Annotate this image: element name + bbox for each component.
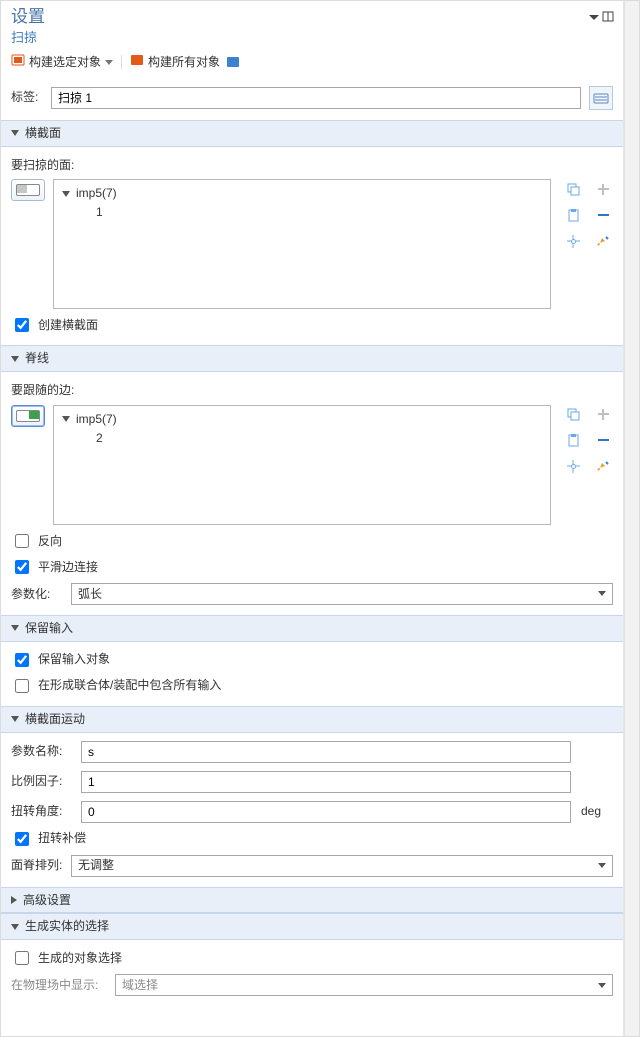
- twist-angle-input[interactable]: [81, 801, 571, 823]
- tree-expand-icon: [62, 416, 70, 422]
- build-all-icon: [130, 53, 144, 72]
- add-icon[interactable]: [593, 179, 613, 199]
- collapse-icon: [11, 356, 19, 362]
- toggle-off-icon: [16, 184, 40, 196]
- chevron-down-icon: [598, 983, 606, 988]
- build-selected-label: 构建选定对象: [29, 54, 101, 71]
- parametrization-label: 参数化:: [11, 586, 63, 603]
- tree-item-parent[interactable]: imp5(7): [62, 184, 542, 203]
- show-in-physics-select: 域选择: [115, 974, 613, 996]
- tree-expand-icon: [62, 191, 70, 197]
- face-spine-align-label: 面脊排列:: [11, 857, 63, 874]
- section-title: 保留输入: [25, 620, 73, 637]
- paste-icon[interactable]: [563, 205, 583, 225]
- reverse-checkbox[interactable]: [15, 534, 29, 548]
- section-header-result-selection[interactable]: 生成实体的选择: [1, 913, 623, 940]
- tree-item-label: 2: [96, 430, 103, 447]
- label-keyboard-button[interactable]: [589, 86, 613, 110]
- remove-icon[interactable]: [593, 205, 613, 225]
- chevron-down-icon: [598, 591, 606, 596]
- highlight-icon[interactable]: [593, 457, 613, 477]
- chevron-down-icon: [105, 60, 113, 65]
- panel-menu-icon[interactable]: [587, 10, 601, 24]
- tree-item-child[interactable]: 1: [62, 203, 542, 222]
- collapse-icon: [11, 130, 19, 136]
- keep-input-objects-checkbox[interactable]: [15, 653, 29, 667]
- face-spine-align-select[interactable]: 无调整: [71, 855, 613, 877]
- twist-angle-unit: deg: [581, 803, 613, 820]
- param-name-label: 参数名称:: [11, 743, 71, 760]
- smooth-edges-checkbox[interactable]: [15, 560, 29, 574]
- edges-tree[interactable]: imp5(7) 2: [53, 405, 551, 525]
- remove-icon[interactable]: [593, 431, 613, 451]
- collapse-icon: [11, 924, 19, 930]
- scale-factor-label: 比例因子:: [11, 773, 71, 790]
- twist-angle-label: 扭转角度:: [11, 803, 71, 820]
- chevron-down-icon: [598, 863, 606, 868]
- build-selected-icon: [11, 53, 25, 72]
- build-all-label: 构建所有对象: [148, 54, 220, 71]
- panel-pin-icon[interactable]: [601, 10, 615, 24]
- resulting-objects-selection-label: 生成的对象选择: [38, 950, 122, 967]
- section-header-spine[interactable]: 脊线: [1, 345, 623, 372]
- tree-item-parent[interactable]: imp5(7): [62, 410, 542, 429]
- section-title: 生成实体的选择: [25, 918, 109, 935]
- faces-to-sweep-label: 要扫掠的面:: [11, 157, 613, 174]
- tree-item-label: 1: [96, 204, 103, 221]
- label-input[interactable]: [51, 87, 581, 109]
- collapse-icon: [11, 625, 19, 631]
- section-title: 横截面运动: [25, 711, 85, 728]
- build-all-button[interactable]: 构建所有对象: [130, 53, 220, 72]
- show-in-physics-label: 在物理场中显示:: [11, 977, 107, 994]
- build-all-extra-button[interactable]: [226, 55, 240, 69]
- toolbar-separator: [121, 55, 122, 69]
- zoom-to-selection-icon[interactable]: [563, 231, 583, 251]
- toggle-on-icon: [16, 410, 40, 422]
- section-header-cross-section[interactable]: 横截面: [1, 120, 623, 147]
- create-cross-section-label: 创建横截面: [38, 317, 98, 334]
- paste-icon[interactable]: [563, 431, 583, 451]
- include-all-inputs-label: 在形成联合体/装配中包含所有输入: [38, 677, 221, 694]
- build-selected-button[interactable]: 构建选定对象: [11, 53, 113, 72]
- section-title: 横截面: [25, 125, 61, 142]
- collapse-icon: [11, 716, 19, 722]
- section-title: 高级设置: [23, 892, 71, 909]
- parametrization-select[interactable]: 弧长: [71, 583, 613, 605]
- highlight-icon[interactable]: [593, 231, 613, 251]
- section-title: 脊线: [25, 350, 49, 367]
- select-value: 域选择: [122, 977, 158, 994]
- toolbar: 构建选定对象 构建所有对象: [1, 49, 623, 80]
- copy-icon[interactable]: [563, 179, 583, 199]
- label-label: 标签:: [11, 89, 43, 106]
- twist-compensation-label: 扭转补偿: [38, 830, 86, 847]
- command-name: 扫掠: [1, 29, 623, 49]
- scrollbar[interactable]: [624, 1, 639, 1036]
- zoom-to-selection-icon[interactable]: [563, 457, 583, 477]
- tree-item-label: imp5(7): [76, 185, 117, 202]
- tree-item-child[interactable]: 2: [62, 429, 542, 448]
- select-value: 弧长: [78, 586, 102, 603]
- scale-factor-input[interactable]: [81, 771, 571, 793]
- keep-input-objects-label: 保留输入对象: [38, 651, 110, 668]
- include-all-inputs-checkbox[interactable]: [15, 679, 29, 693]
- selection-toggle[interactable]: [11, 179, 45, 201]
- resulting-objects-selection-checkbox[interactable]: [15, 951, 29, 965]
- faces-tree[interactable]: imp5(7) 1: [53, 179, 551, 309]
- create-cross-section-checkbox[interactable]: [15, 318, 29, 332]
- copy-icon[interactable]: [563, 405, 583, 425]
- expand-icon: [11, 896, 17, 904]
- section-header-advanced[interactable]: 高级设置: [1, 887, 623, 914]
- section-header-motion[interactable]: 横截面运动: [1, 706, 623, 733]
- edges-to-follow-label: 要跟随的边:: [11, 382, 613, 399]
- selection-toggle-active[interactable]: [11, 405, 45, 427]
- select-value: 无调整: [78, 857, 114, 874]
- smooth-edges-label: 平滑边连接: [38, 559, 98, 576]
- twist-compensation-checkbox[interactable]: [15, 832, 29, 846]
- add-icon[interactable]: [593, 405, 613, 425]
- param-name-input[interactable]: [81, 741, 571, 763]
- panel-title: 设置: [11, 5, 45, 29]
- section-header-keep-input[interactable]: 保留输入: [1, 615, 623, 642]
- tree-item-label: imp5(7): [76, 411, 117, 428]
- reverse-label: 反向: [38, 533, 62, 550]
